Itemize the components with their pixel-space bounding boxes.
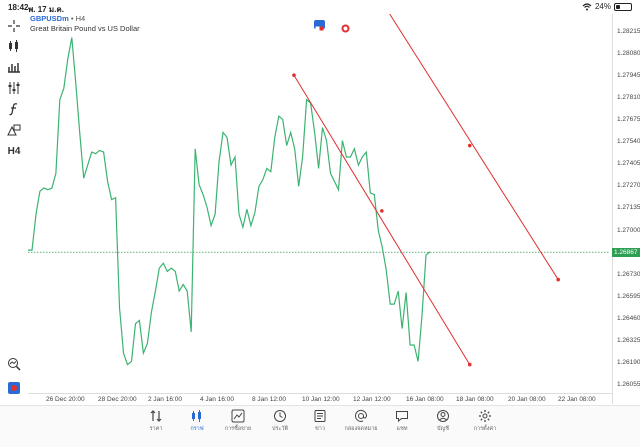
time-tick-label: 4 Jan 16:00	[200, 396, 234, 403]
tab-chat[interactable]: แชท	[380, 409, 424, 433]
tab-quotes[interactable]: ราคา	[134, 409, 178, 433]
tab-label: ข่าว	[315, 426, 325, 432]
tab-label: ประวัติ	[271, 426, 289, 432]
function-icon[interactable]	[6, 101, 22, 117]
price-tick-label: 1.26595	[617, 292, 640, 300]
crosshair-icon[interactable]	[6, 18, 22, 34]
price-axis: 1.28215 1.28080 1.27945 1.27810 1.27675 1.275…	[612, 14, 640, 404]
price-tick-label: 1.27810	[617, 94, 640, 102]
price-tick-label: 1.27000	[617, 226, 640, 234]
trendline-anchor	[380, 209, 384, 213]
time-tick-label: 10 Jan 12:00	[302, 396, 340, 403]
price-line	[28, 37, 431, 366]
tab-account[interactable]: บัญชี	[421, 409, 465, 433]
price-tick-label: 1.26730	[617, 270, 640, 278]
tab-label: กล่องจดหมาย	[344, 426, 378, 432]
tab-trade[interactable]: การซื้อขาย	[216, 409, 260, 433]
trendline-anchor	[467, 143, 472, 148]
time-tick-label: 8 Jan 12:00	[252, 396, 286, 403]
objects-icon[interactable]	[6, 122, 22, 138]
tab-history[interactable]: ประวัติ	[258, 409, 302, 433]
chat-icon	[396, 411, 408, 423]
time-tick-label: 16 Jan 08:00	[406, 396, 444, 403]
price-tick-label: 1.26460	[617, 314, 640, 322]
trendline-anchor	[292, 73, 296, 78]
status-time: 18:42	[8, 3, 29, 12]
status-right: 24%	[582, 2, 632, 11]
price-tick-label: 1.27135	[617, 204, 640, 212]
current-price-label: 1.26867	[612, 247, 640, 257]
price-tick-label: 1.26325	[617, 336, 640, 344]
tab-label: ราคา	[149, 426, 163, 432]
left-toolbar: H4	[0, 14, 28, 404]
time-axis: 26 Dec 20:00 28 Dec 20:00 2 Jan 16:00 4 Jan…	[28, 393, 612, 405]
battery-icon	[614, 2, 632, 11]
trendline-anchor	[467, 362, 472, 367]
tab-label: แชท	[396, 426, 408, 432]
settings-icon	[479, 410, 491, 422]
time-tick-label: 2 Jan 16:00	[148, 396, 182, 403]
news-icon	[314, 410, 326, 422]
account-icon	[437, 410, 449, 422]
timeframe-button[interactable]: H4	[6, 143, 22, 159]
candlestick-icon[interactable]	[6, 38, 22, 54]
mailbox-icon	[355, 409, 368, 422]
wifi-icon	[582, 2, 592, 10]
price-tick-label: 1.28080	[617, 49, 640, 57]
bar-chart-icon[interactable]	[6, 59, 22, 75]
time-tick-label: 22 Jan 08:00	[558, 396, 596, 403]
battery-percent: 24%	[594, 2, 611, 11]
time-tick-label: 26 Dec 20:00	[46, 396, 85, 403]
trendline-1	[293, 74, 471, 365]
time-tick-label: 12 Jan 12:00	[353, 396, 391, 403]
price-chart[interactable]	[28, 14, 610, 404]
tab-label: บัญชี	[437, 426, 449, 432]
quotes-icon	[150, 410, 162, 422]
trendline-anchor	[556, 277, 561, 282]
price-tick-label: 1.27675	[617, 116, 640, 124]
tab-news[interactable]: ข่าว	[298, 409, 342, 433]
price-tick-label: 1.27405	[617, 160, 640, 168]
indicators-icon[interactable]	[6, 80, 22, 96]
tab-label: กราฟ	[190, 426, 204, 432]
time-tick-label: 18 Jan 08:00	[456, 396, 494, 403]
chart-icon	[192, 410, 201, 422]
price-tick-label: 1.27945	[617, 72, 640, 80]
trading-signal-icon[interactable]	[6, 380, 22, 396]
price-tick-label: 1.27270	[617, 182, 640, 190]
tab-mailbox[interactable]: กล่องจดหมาย	[339, 409, 383, 433]
bottom-tabbar: ราคา กราฟ การซื้อขาย ประวัติ ข่าว กล่องจดหมาย…	[0, 405, 640, 447]
tab-label: การซื้อขาย	[224, 426, 252, 432]
time-tick-label: 28 Dec 20:00	[98, 396, 137, 403]
price-tick-label: 1.26190	[617, 358, 640, 366]
price-tick-label: 1.27540	[617, 138, 640, 146]
tab-chart[interactable]: กราฟ	[175, 409, 219, 433]
time-tick-label: 20 Jan 08:00	[508, 396, 546, 403]
search-chart-icon[interactable]	[6, 356, 22, 372]
history-icon	[274, 410, 286, 422]
tab-settings[interactable]: การตั้งค่า	[463, 409, 507, 433]
status-bar: 18:42 พ. 17 ม.ค. 24%	[0, 0, 640, 14]
price-tick-label: 1.26055	[617, 381, 640, 388]
trade-icon	[231, 409, 245, 423]
tab-label: การตั้งค่า	[473, 426, 497, 432]
price-tick-label: 1.28215	[617, 27, 640, 35]
